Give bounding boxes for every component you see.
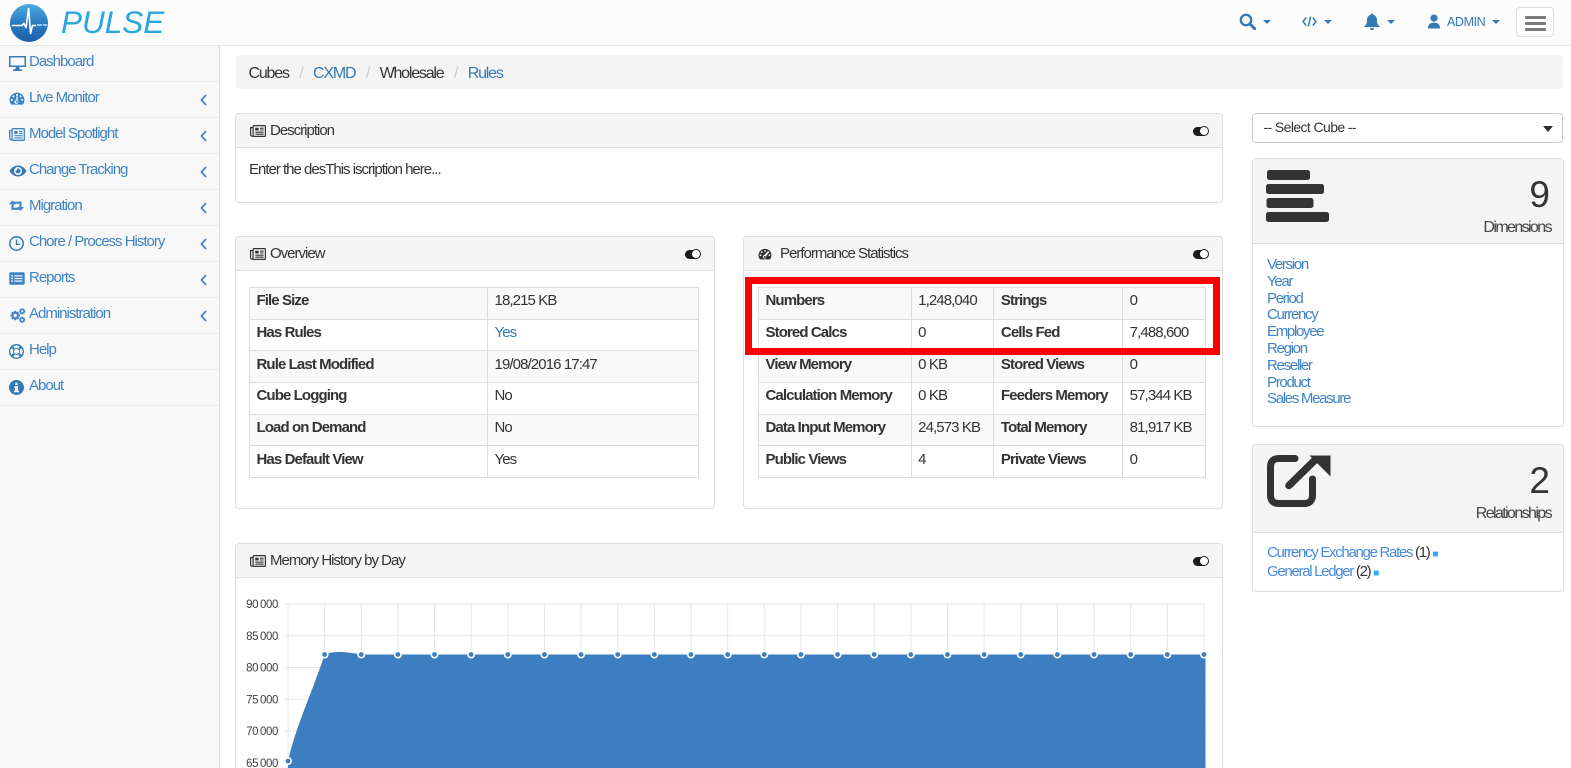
svg-text:80 000: 80 000 xyxy=(246,663,278,675)
svg-text:65 000: 65 000 xyxy=(246,758,278,768)
svg-text:90 000: 90 000 xyxy=(246,599,278,611)
svg-text:85 000: 85 000 xyxy=(246,631,278,643)
svg-text:75 000: 75 000 xyxy=(246,694,278,706)
svg-text:70 000: 70 000 xyxy=(246,726,278,738)
